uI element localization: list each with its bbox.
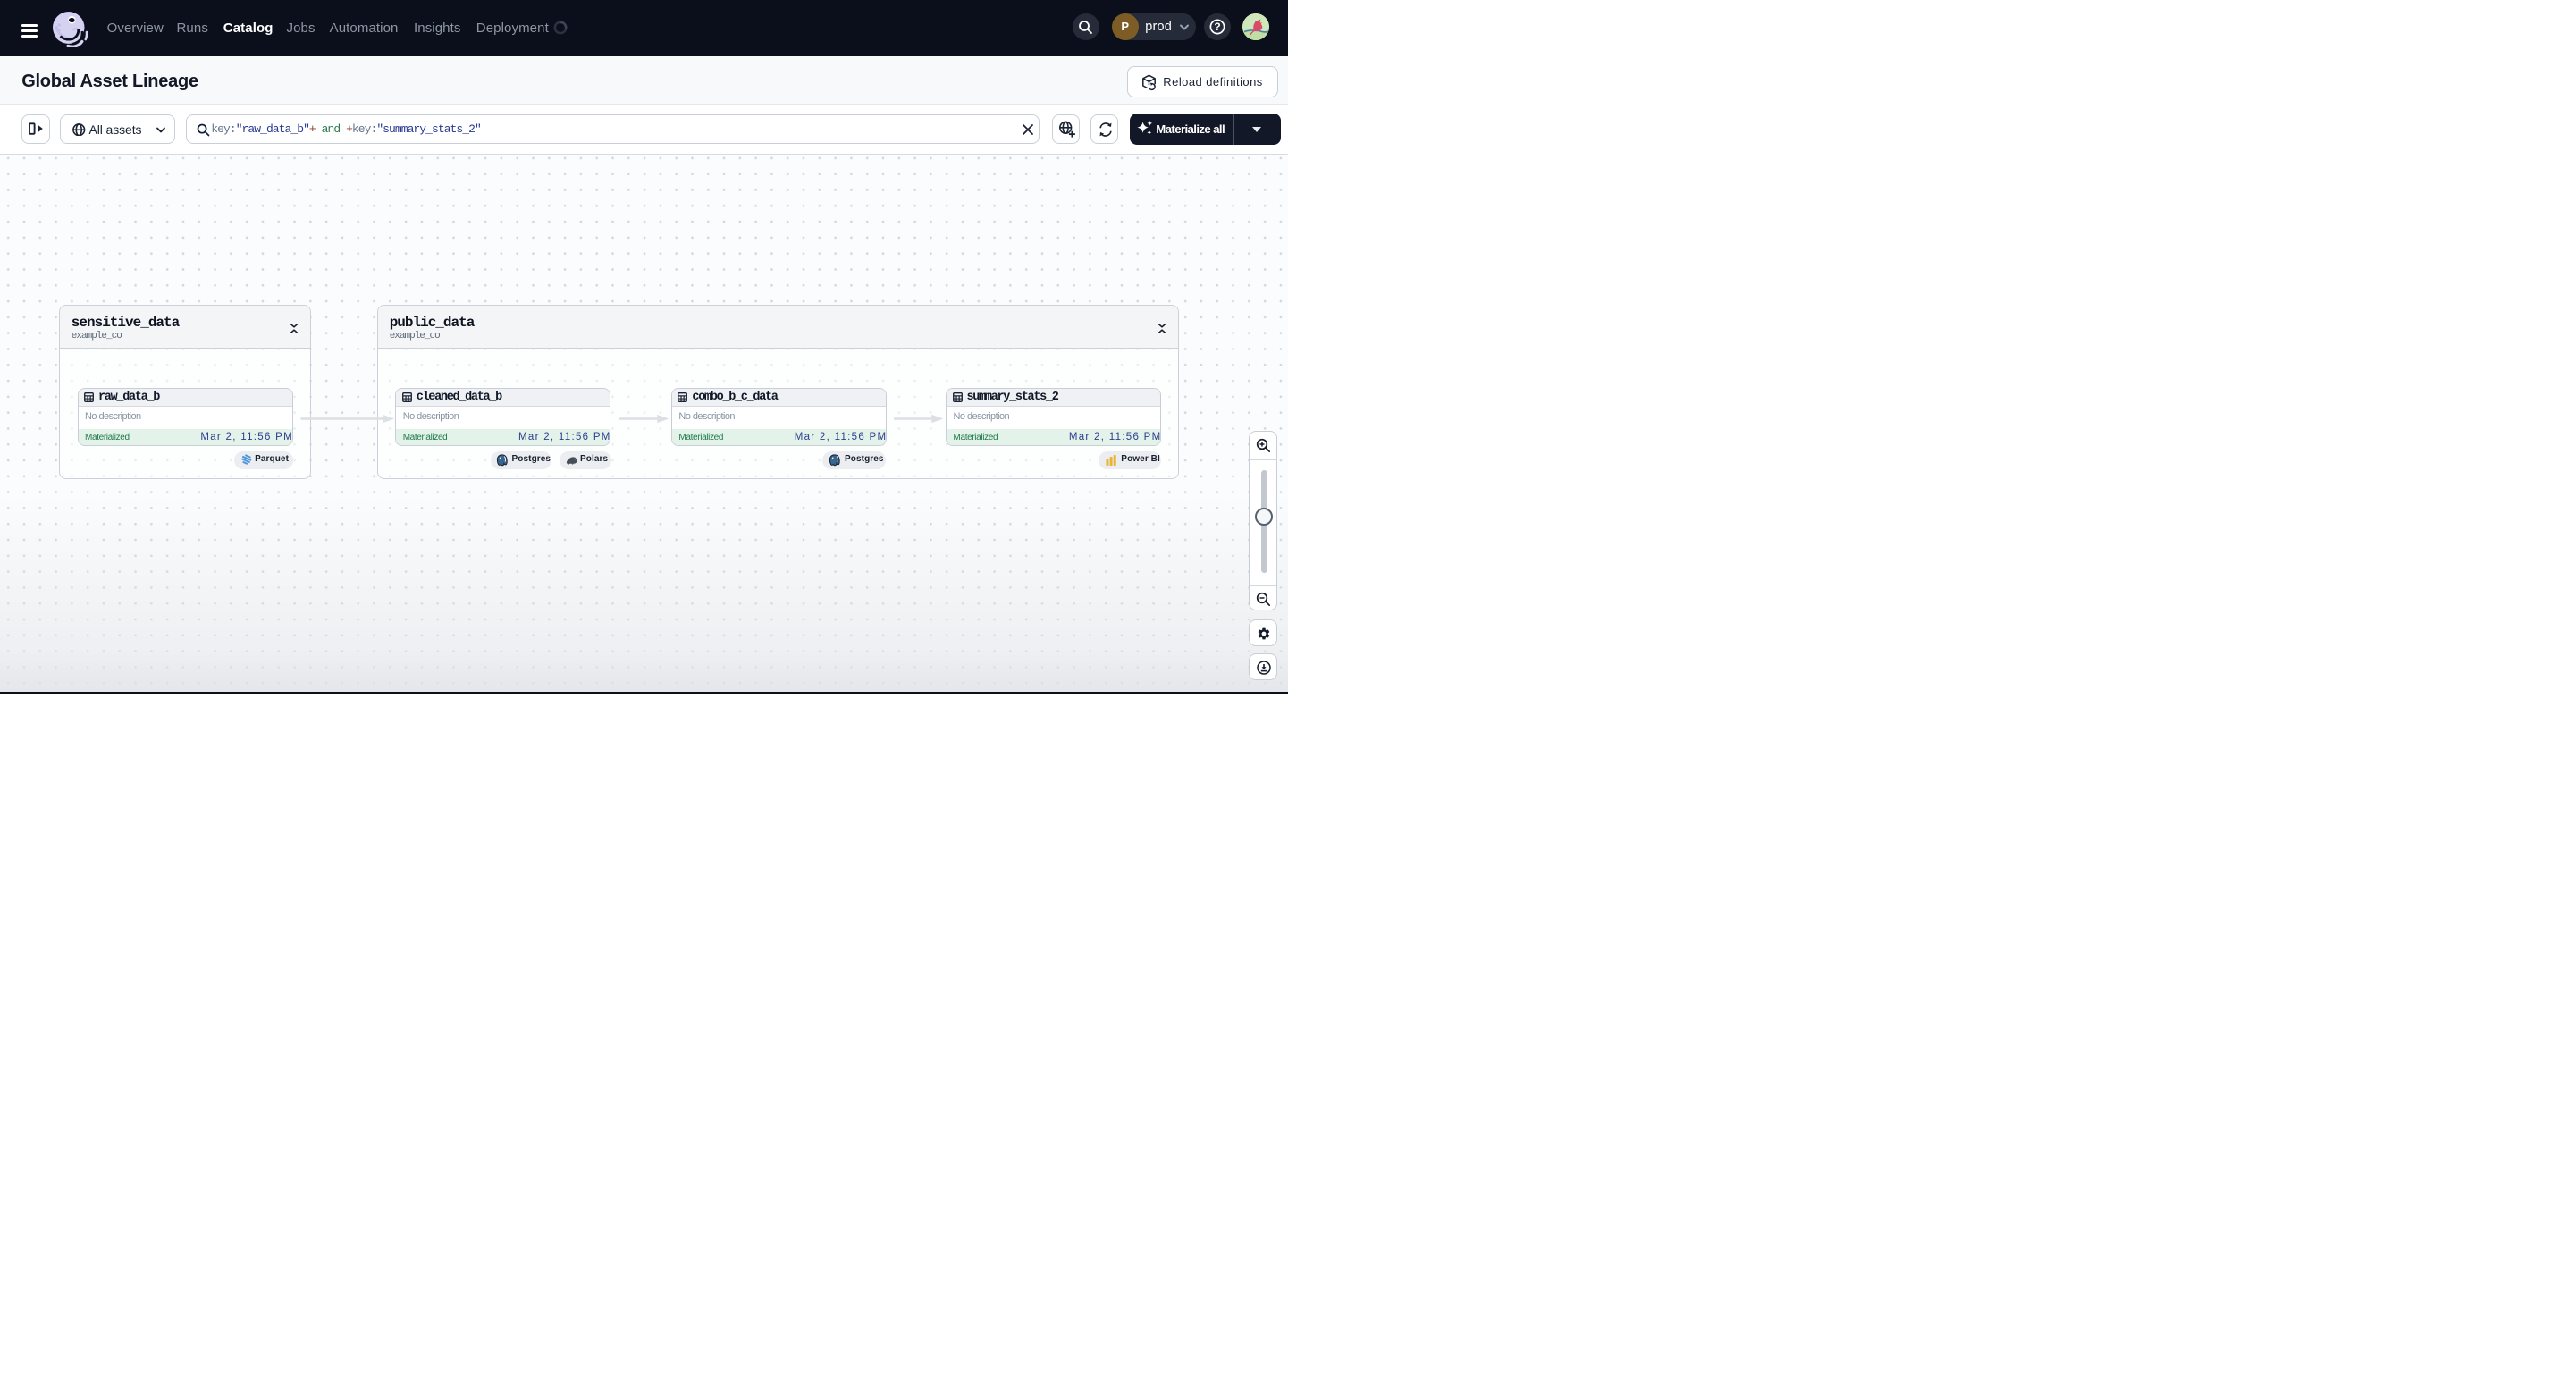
svg-text:?: ? <box>1214 21 1220 33</box>
